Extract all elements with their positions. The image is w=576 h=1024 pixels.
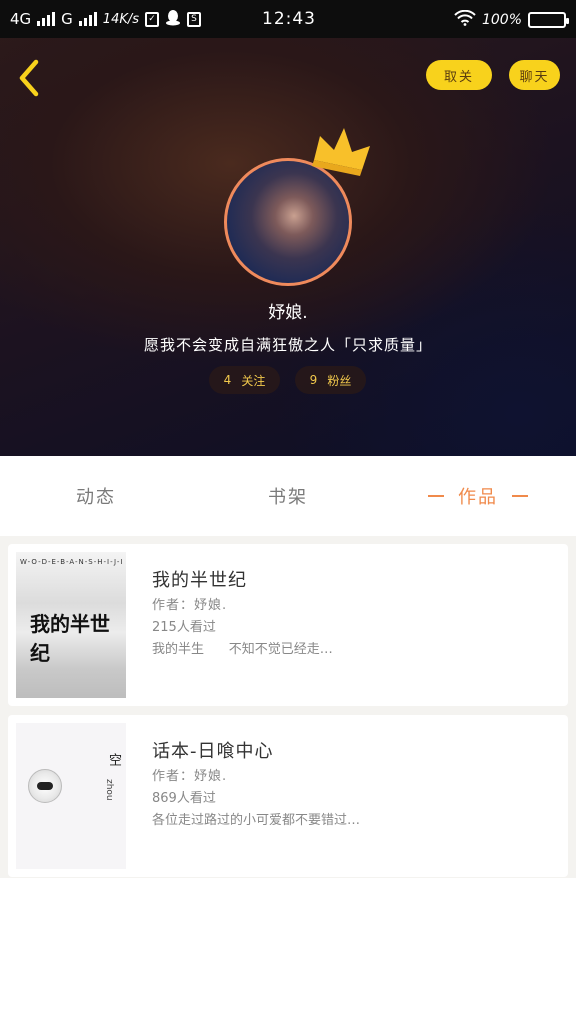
signal-icon bbox=[37, 12, 56, 26]
fans-count[interactable]: 9 粉丝 bbox=[295, 366, 366, 394]
tab-bookshelf[interactable]: 书架 bbox=[268, 483, 308, 509]
following-label: 关注 bbox=[241, 373, 266, 388]
fans-label: 粉丝 bbox=[327, 373, 352, 388]
tab-works-label: 作品 bbox=[458, 487, 498, 508]
signature: 愿我不会变成自满狂傲之人「只求质量」 bbox=[143, 336, 432, 354]
following-count[interactable]: 4 关注 bbox=[209, 366, 280, 394]
cover-top-text: W-O-D-E-B-A-N-S-H-I-J-I bbox=[20, 558, 124, 566]
back-button[interactable] bbox=[14, 58, 44, 98]
book-views: 215人看过 bbox=[152, 620, 216, 635]
disc-icon bbox=[28, 769, 62, 803]
tab-bar: 动态 书架 作品 bbox=[0, 456, 576, 536]
qq-icon bbox=[165, 9, 181, 30]
chat-button[interactable]: 聊天 bbox=[509, 60, 560, 90]
network-label-2: G bbox=[61, 10, 73, 28]
work-card[interactable]: 空 zhou 话本-日喰中心 作者：妤娘. 869人看过 各位走过路过的小可爱都… bbox=[8, 715, 568, 877]
profile-header: 取关 聊天 妤娘. 愿我不会变成自满狂傲之人「只求质量」 4 关注 9 粉丝 bbox=[0, 38, 576, 456]
check-icon: ✓ bbox=[145, 11, 160, 27]
fans-number: 9 bbox=[309, 373, 318, 387]
book-title: 话本-日喰中心 bbox=[152, 741, 274, 762]
nickname: 妤娘. bbox=[268, 303, 308, 323]
battery-icon bbox=[528, 12, 569, 28]
status-bar: 4G G 14K/s ✓ S 12:43 100% bbox=[0, 0, 576, 38]
crown-icon bbox=[312, 128, 370, 176]
book-cover: W-O-D-E-B-A-N-S-H-I-J-I 我的半世纪 bbox=[16, 552, 126, 698]
book-description: 我的半生 不知不觉已经走… bbox=[152, 642, 333, 657]
tab-works[interactable]: 作品 bbox=[428, 483, 528, 509]
book-description: 各位走过路过的小可爱都不要错过… bbox=[152, 813, 361, 828]
network-speed: 14K/s bbox=[102, 11, 140, 27]
cover-text: 空 bbox=[106, 753, 121, 766]
clock: 12:43 bbox=[262, 9, 316, 29]
tab-dynamic[interactable]: 动态 bbox=[76, 483, 116, 509]
wifi-icon bbox=[454, 9, 476, 30]
book-views: 869人看过 bbox=[152, 791, 216, 806]
book-title: 我的半世纪 bbox=[152, 570, 247, 591]
book-cover: 空 zhou bbox=[16, 723, 126, 869]
tab-indicator bbox=[512, 495, 528, 497]
following-number: 4 bbox=[223, 373, 232, 387]
work-card[interactable]: W-O-D-E-B-A-N-S-H-I-J-I 我的半世纪 我的半世纪 作者：妤… bbox=[8, 544, 568, 706]
chevron-left-icon bbox=[19, 59, 39, 97]
book-author: 作者：妤娘. bbox=[152, 769, 228, 784]
tab-indicator bbox=[428, 495, 444, 497]
unfollow-button[interactable]: 取关 bbox=[426, 60, 492, 90]
cover-title: 我的半世纪 bbox=[30, 612, 110, 665]
signal-icon bbox=[78, 12, 97, 26]
battery-percent: 100% bbox=[481, 12, 522, 28]
network-label: 4G bbox=[10, 10, 32, 28]
cover-text-2: zhou bbox=[104, 779, 114, 801]
s-icon: S bbox=[187, 11, 202, 27]
book-author: 作者：妤娘. bbox=[152, 598, 228, 613]
